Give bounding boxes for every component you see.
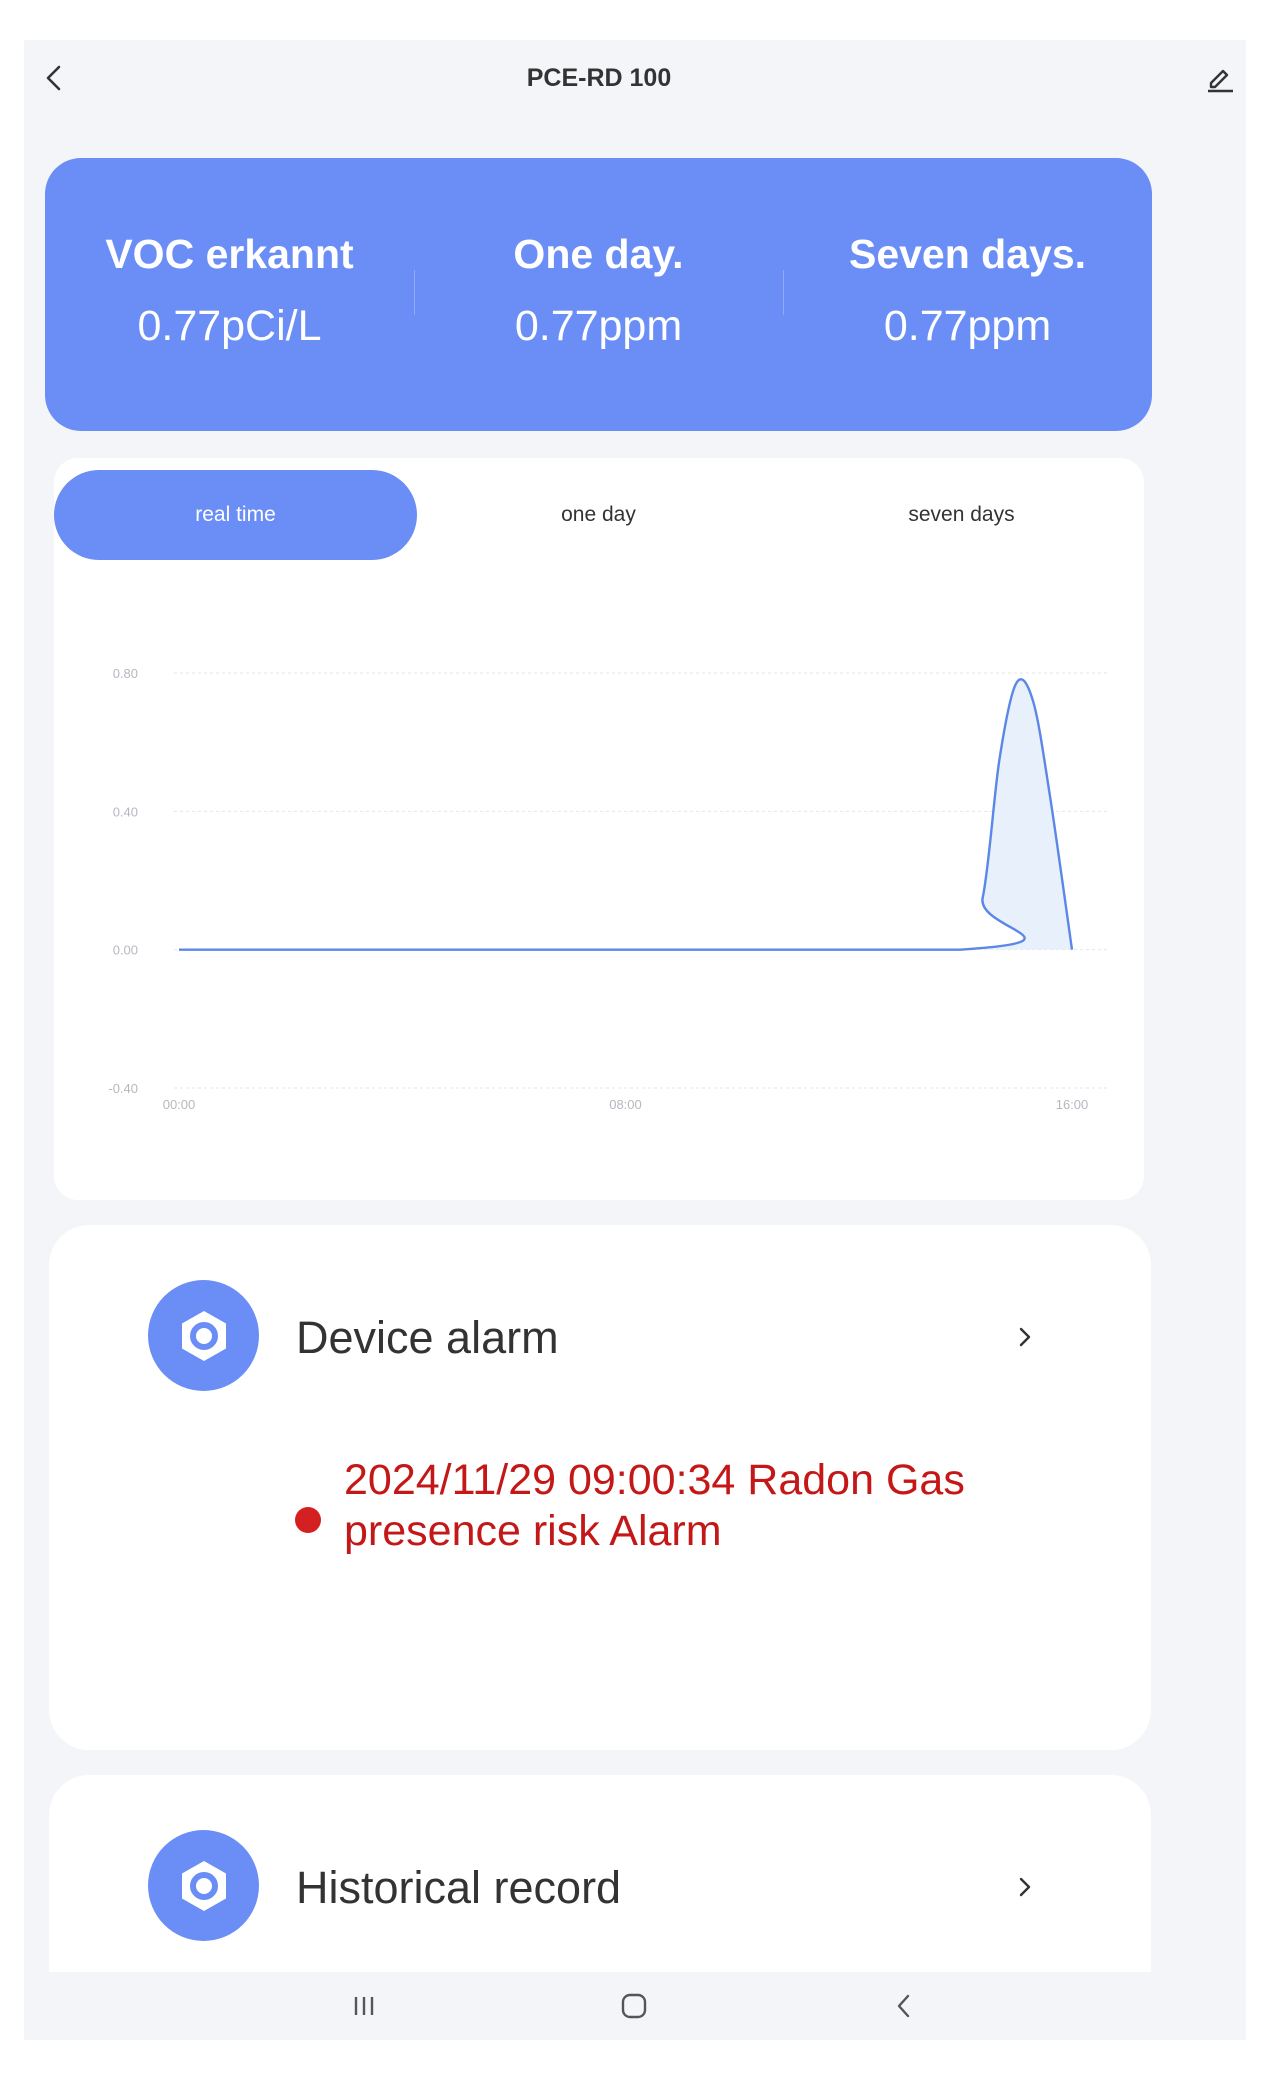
y-tick-label: 0.00 [113, 943, 138, 958]
x-tick-label: 16:00 [1056, 1097, 1089, 1112]
home-icon [621, 1993, 647, 2019]
stat-label: Seven days. [848, 230, 1087, 277]
series-line [179, 678, 1074, 951]
series-area [179, 679, 1072, 950]
chart-card: real time one day seven days 0.80 0.40 0.0… [54, 458, 1144, 1200]
pencil-icon [1208, 69, 1233, 93]
system-nav-bar [24, 1972, 1246, 2040]
hex-nut-icon [148, 1830, 259, 1941]
stat-one-day: One day. 0.77ppm [414, 158, 783, 431]
top-bar: PCE-RD 100 [24, 40, 1246, 118]
recent-apps-button[interactable] [334, 1982, 394, 2030]
app-screen: PCE-RD 100 VOC erkannt 0.77pCi/L One day… [24, 40, 1246, 2040]
x-tick-label: 08:00 [609, 1097, 642, 1112]
stat-seven-days: Seven days. 0.77ppm [783, 158, 1152, 431]
page-title: PCE-RD 100 [526, 64, 672, 92]
stat-label: VOC erkannt [105, 230, 354, 277]
stat-label: One day. [513, 230, 684, 277]
y-tick-label: 0.40 [113, 804, 138, 819]
device-alarm-card: Device alarm 2024/11/29 09:00:34 Radon G… [49, 1225, 1151, 1750]
stat-value: 0.77ppm [514, 301, 683, 350]
alarm-status-dot [295, 1507, 321, 1533]
system-back-button[interactable] [874, 1982, 934, 2030]
stat-current: VOC erkannt 0.77pCi/L [45, 158, 414, 431]
historical-record-row[interactable]: Historical record [49, 1775, 1151, 1955]
chevron-left-icon [897, 1994, 910, 2018]
chevron-right-icon [1009, 1317, 1041, 1357]
stat-value: 0.77pCi/L [137, 301, 322, 350]
home-button[interactable] [604, 1982, 664, 2030]
device-alarm-row[interactable]: Device alarm [49, 1225, 1151, 1405]
stats-panel: VOC erkannt 0.77pCi/L One day. 0.77ppm S… [45, 158, 1152, 431]
chevron-right-icon [1009, 1867, 1041, 1907]
y-tick-label: -0.40 [108, 1081, 138, 1096]
historical-record-label: Historical record [296, 1862, 622, 1913]
hex-nut-icon [148, 1280, 259, 1391]
edit-button[interactable] [1200, 58, 1240, 98]
alarm-entry-text: 2024/11/29 09:00:34 Radon Gas presence r… [344, 1456, 965, 1555]
line-chart: 0.80 0.40 0.00 -0.40 00:00 08:00 16:00 [108, 666, 1109, 1112]
y-tick-label: 0.80 [113, 666, 138, 681]
stat-value: 0.77ppm [883, 301, 1052, 350]
x-tick-label: 00:00 [163, 1097, 196, 1112]
device-alarm-label: Device alarm [296, 1312, 559, 1363]
recent-apps-icon [354, 1997, 374, 2015]
